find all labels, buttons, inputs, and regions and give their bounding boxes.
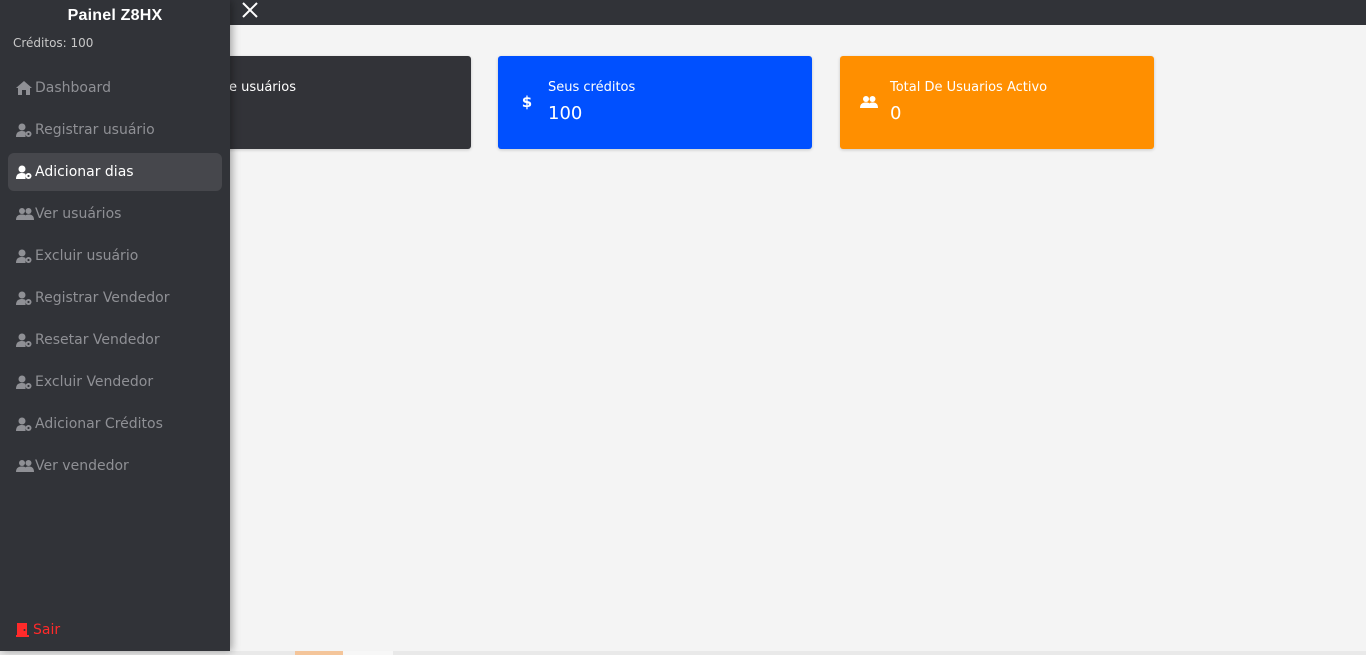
sidebar-item-registrar-vendedor[interactable]: Registrar Vendedor — [8, 279, 222, 317]
close-icon[interactable] — [240, 0, 262, 22]
card-title: Seus créditos — [548, 80, 636, 95]
user-gear-icon — [16, 290, 34, 306]
user-gear-icon — [16, 122, 34, 138]
brand-title: Painel Z8HX — [67, 7, 163, 24]
sidebar-item-label: Excluir Vendedor — [35, 374, 154, 390]
card-value: 0 — [890, 103, 902, 124]
sidebar-item-label: Excluir usuário — [35, 248, 139, 264]
sidebar-item-label: Resetar Vendedor — [35, 332, 160, 348]
sidebar-item-excluir-vendedor[interactable]: Excluir Vendedor — [8, 363, 222, 401]
dollar-icon: $ — [521, 93, 533, 111]
card-value: 100 — [548, 103, 583, 124]
sidebar-item-label: Adicionar Créditos — [35, 416, 163, 432]
sidebar-item-adicionar-creditos[interactable]: Adicionar Créditos — [8, 405, 222, 443]
user-gear-icon — [16, 332, 34, 348]
sidebar: Painel Z8HX Créditos: 100 Dashboard Regi… — [0, 0, 230, 651]
logout-label: Sair — [33, 622, 61, 638]
card-credits: $ Seus créditos 100 — [498, 56, 812, 149]
sidebar-item-ver-usuarios[interactable]: Ver usuários — [8, 195, 222, 233]
bottom-tab — [295, 651, 343, 655]
user-gear-icon — [16, 374, 34, 390]
sidebar-item-adicionar-dias[interactable]: Adicionar dias — [8, 153, 222, 191]
home-icon — [16, 80, 34, 96]
users-icon — [860, 93, 878, 111]
sidebar-item-label: Ver vendedor — [35, 458, 129, 474]
user-gear-icon — [16, 416, 34, 432]
users-icon — [16, 206, 34, 222]
users-icon — [16, 458, 34, 474]
bottom-strip — [0, 651, 1366, 655]
sidebar-item-label: Adicionar dias — [35, 164, 134, 180]
card-active-users: Total De Usuarios Activo 0 — [840, 56, 1154, 149]
sidebar-menu: Dashboard Registrar usuário Adicionar di… — [8, 69, 222, 489]
logout-button[interactable]: Sair — [16, 622, 60, 638]
sidebar-item-label: Dashboard — [35, 80, 111, 96]
user-gear-icon — [16, 164, 34, 180]
sidebar-item-dashboard[interactable]: Dashboard — [8, 69, 222, 107]
user-gear-icon — [16, 248, 34, 264]
credits-label: Créditos: 100 — [13, 36, 94, 50]
door-icon — [16, 623, 33, 637]
sidebar-item-label: Registrar Vendedor — [35, 290, 170, 306]
sidebar-item-label: Registrar usuário — [35, 122, 155, 138]
sidebar-item-resetar-vendedor[interactable]: Resetar Vendedor — [8, 321, 222, 359]
sidebar-item-registrar-usuario[interactable]: Registrar usuário — [8, 111, 222, 149]
card-title: Total De Usuarios Activo — [890, 80, 1048, 95]
bottom-tab — [343, 651, 393, 655]
sidebar-item-excluir-usuario[interactable]: Excluir usuário — [8, 237, 222, 275]
sidebar-item-label: Ver usuários — [35, 206, 122, 222]
sidebar-item-ver-vendedor[interactable]: Ver vendedor — [8, 447, 222, 485]
